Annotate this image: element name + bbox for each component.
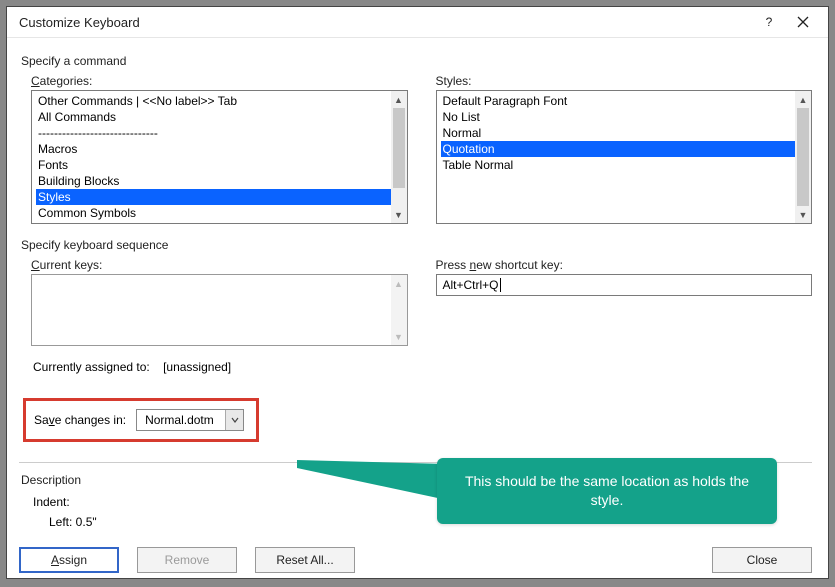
remove-button[interactable]: Remove	[137, 547, 237, 573]
text-caret	[500, 278, 501, 292]
titlebar: Customize Keyboard ?	[7, 7, 828, 38]
scroll-up-icon[interactable]: ▲	[795, 91, 811, 108]
customize-keyboard-dialog: Customize Keyboard ? Specify a command C…	[6, 6, 829, 579]
help-button[interactable]: ?	[752, 7, 786, 37]
close-dialog-button[interactable]: Close	[712, 547, 812, 573]
scroll-down-icon[interactable]: ▼	[795, 206, 811, 223]
scroll-thumb[interactable]	[797, 108, 809, 206]
close-icon	[797, 16, 809, 28]
assigned-value: [unassigned]	[163, 360, 231, 374]
list-item[interactable]: Common Symbols	[36, 205, 391, 221]
press-new-label: Press new shortcut key:	[436, 258, 813, 272]
list-item-selected[interactable]: Quotation	[441, 141, 796, 157]
scroll-up-icon: ▲	[391, 275, 407, 292]
description-line: Indent:	[33, 495, 812, 509]
description-heading: Description	[21, 473, 812, 487]
shortcut-input[interactable]: Alt+Ctrl+Q	[436, 274, 813, 296]
scroll-down-icon[interactable]: ▼	[391, 206, 407, 223]
assign-button[interactable]: Assign	[19, 547, 119, 573]
chevron-down-icon	[231, 416, 239, 424]
list-item[interactable]: Fonts	[36, 157, 391, 173]
divider	[19, 462, 812, 463]
scroll-down-icon: ▼	[391, 328, 407, 345]
list-item[interactable]: Default Paragraph Font	[441, 93, 796, 109]
styles-column: Styles: Default Paragraph Font No List N…	[436, 74, 813, 224]
list-item[interactable]: Other Commands | <<No label>> Tab	[36, 93, 391, 109]
categories-label: Categories:	[31, 74, 408, 88]
current-keys-listbox[interactable]: ▲ ▼	[31, 274, 408, 346]
specify-command-label: Specify a command	[21, 54, 812, 68]
scrollbar[interactable]: ▲ ▼	[391, 91, 407, 223]
save-changes-select[interactable]: Normal.dotm	[136, 409, 244, 431]
list-item[interactable]: Building Blocks	[36, 173, 391, 189]
dialog-title: Customize Keyboard	[19, 15, 752, 30]
reset-all-button[interactable]: Reset All...	[255, 547, 355, 573]
shortcut-value: Alt+Ctrl+Q	[443, 278, 499, 292]
save-changes-highlight: Save changes in: Normal.dotm	[23, 398, 259, 442]
list-item-selected[interactable]: Styles	[36, 189, 391, 205]
scrollbar: ▲ ▼	[391, 275, 407, 345]
list-item[interactable]: No List	[441, 109, 796, 125]
list-item[interactable]: All Commands	[36, 109, 391, 125]
description-section: Description Indent: Left: 0.5"	[19, 469, 812, 529]
close-button[interactable]	[786, 7, 820, 37]
scroll-up-icon[interactable]: ▲	[391, 91, 407, 108]
dropdown-button[interactable]	[225, 410, 243, 430]
current-keys-column: Current keys: ▲ ▼	[31, 258, 408, 346]
save-changes-label: Save changes in:	[34, 413, 126, 427]
list-item[interactable]: Normal	[441, 125, 796, 141]
press-new-column: Press new shortcut key: Alt+Ctrl+Q	[436, 258, 813, 346]
list-item[interactable]: Table Normal	[441, 157, 796, 173]
specify-sequence-label: Specify keyboard sequence	[21, 238, 812, 252]
categories-listbox[interactable]: Other Commands | <<No label>> Tab All Co…	[31, 90, 408, 224]
assigned-label: Currently assigned to:	[33, 360, 150, 374]
list-item[interactable]: Macros	[36, 141, 391, 157]
current-keys-label: Current keys:	[31, 258, 408, 272]
description-line: Left: 0.5"	[49, 515, 812, 529]
styles-listbox[interactable]: Default Paragraph Font No List Normal Qu…	[436, 90, 813, 224]
assigned-row: Currently assigned to: [unassigned]	[33, 360, 812, 374]
scroll-thumb[interactable]	[393, 108, 405, 188]
list-separator: ------------------------------	[36, 125, 391, 141]
categories-column: Categories: Other Commands | <<No label>…	[31, 74, 408, 224]
scrollbar[interactable]: ▲ ▼	[795, 91, 811, 223]
save-changes-value: Normal.dotm	[137, 413, 225, 427]
styles-label: Styles:	[436, 74, 813, 88]
